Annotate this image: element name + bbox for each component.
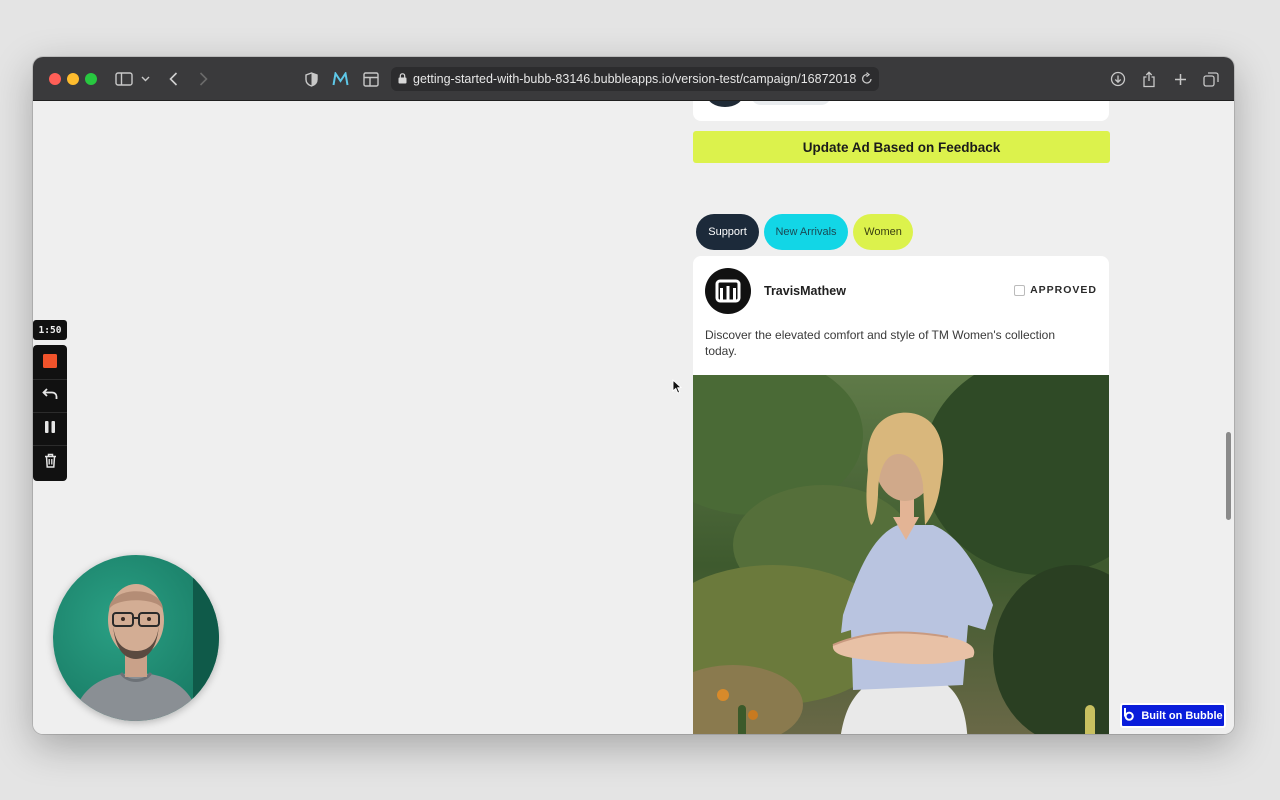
page-scrollbar[interactable] (1226, 432, 1231, 520)
page-viewport: Update Ad Based on Feedback Support New … (33, 101, 1234, 734)
stop-icon (43, 353, 57, 373)
tag-support[interactable]: Support (696, 214, 759, 250)
browser-window: getting-started-with-bubb-83146.bubbleap… (33, 57, 1234, 734)
tag-women[interactable]: Women (853, 214, 913, 250)
lock-icon (398, 73, 407, 87)
download-icon[interactable] (1109, 69, 1127, 89)
recorder-controls (33, 345, 67, 481)
new-tab-icon[interactable] (1172, 69, 1188, 89)
badge-label: Built on Bubble (1141, 709, 1223, 722)
m-extension-icon[interactable] (331, 69, 349, 89)
ad-photo (693, 375, 1109, 734)
trash-icon (44, 453, 57, 473)
delete-recording-button[interactable] (33, 446, 67, 479)
browser-toolbar: getting-started-with-bubb-83146.bubbleap… (33, 57, 1234, 101)
mouse-cursor (672, 378, 683, 399)
zoom-window-button[interactable] (85, 73, 97, 85)
update-ad-button[interactable]: Update Ad Based on Feedback (693, 131, 1110, 163)
built-on-bubble-badge[interactable]: Built on Bubble (1120, 703, 1226, 728)
close-window-button[interactable] (49, 73, 61, 85)
pause-icon (44, 420, 56, 439)
previous-post-card (693, 101, 1109, 121)
layout-icon[interactable] (362, 69, 380, 89)
brand-name: TravisMathew (764, 284, 846, 298)
tag-pill (751, 101, 831, 105)
back-icon[interactable] (166, 69, 180, 89)
approved-toggle[interactable]: APPROVED (1014, 284, 1097, 296)
approved-label: APPROVED (1030, 284, 1097, 296)
tag-new-arrivals[interactable]: New Arrivals (764, 214, 848, 250)
reload-icon[interactable] (857, 72, 873, 88)
tabs-overview-icon[interactable] (1202, 69, 1220, 89)
restart-recording-button[interactable] (33, 380, 67, 413)
forward-icon[interactable] (196, 69, 210, 89)
approved-checkbox[interactable] (1014, 284, 1026, 296)
post-caption: Discover the elevated comfort and style … (705, 328, 1055, 358)
minimize-window-button[interactable] (67, 73, 79, 85)
sidebar-icon[interactable] (114, 69, 134, 89)
screen-recorder-panel: 1:50 (33, 320, 67, 481)
avatar (707, 101, 743, 107)
undo-icon (42, 387, 58, 405)
pause-recording-button[interactable] (33, 413, 67, 446)
share-icon[interactable] (1141, 69, 1157, 89)
ad-post-card: TravisMathew APPROVED Discover the eleva… (693, 256, 1109, 734)
url-bar[interactable]: getting-started-with-bubb-83146.bubbleap… (391, 67, 879, 91)
brand-logo (705, 268, 751, 314)
bubble-logo-icon (1123, 707, 1135, 724)
shield-icon[interactable] (303, 69, 319, 89)
url-text: getting-started-with-bubb-83146.bubbleap… (413, 72, 864, 86)
webcam-bubble[interactable] (53, 555, 219, 721)
chevron-down-icon[interactable] (139, 69, 151, 89)
recording-timer: 1:50 (33, 320, 67, 340)
stop-recording-button[interactable] (33, 347, 67, 380)
